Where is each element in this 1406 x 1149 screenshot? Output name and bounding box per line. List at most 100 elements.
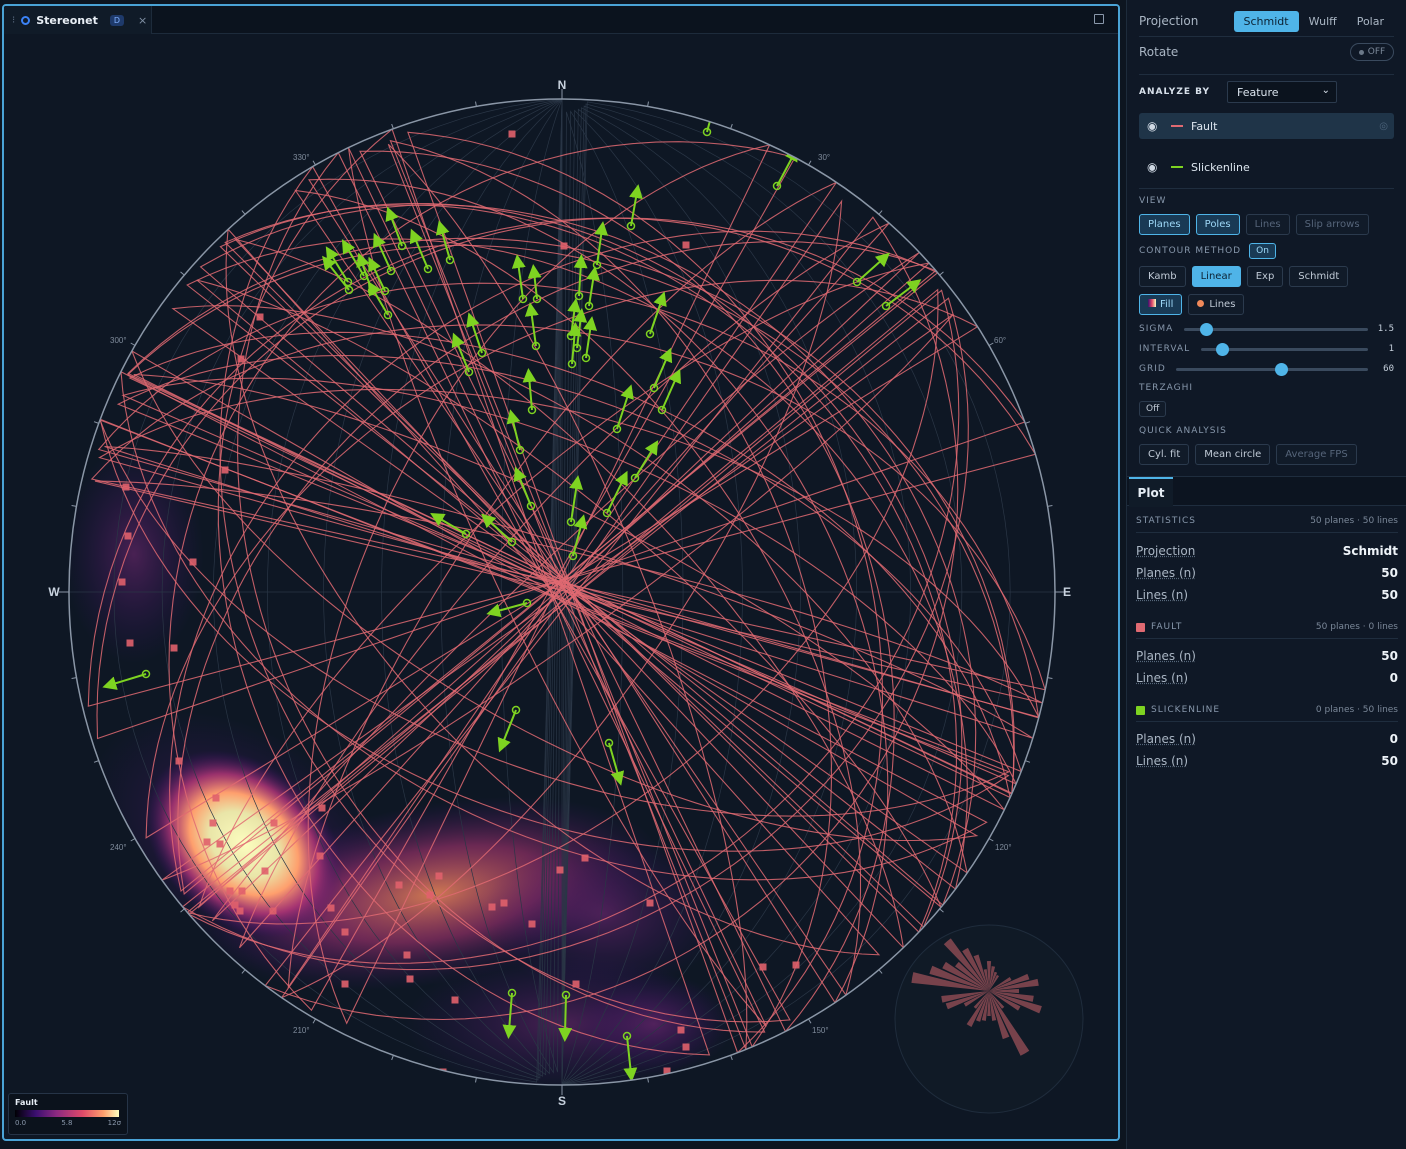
pole-marker: [170, 644, 178, 652]
interval-thumb[interactable]: [1216, 342, 1229, 356]
grid-slider[interactable]: GRID 60: [1139, 362, 1394, 376]
pole-marker: [124, 532, 132, 540]
north-label: N: [558, 78, 567, 92]
sigma-thumb[interactable]: [1200, 322, 1213, 336]
contour-toggle[interactable]: On: [1249, 243, 1276, 259]
average-fps-button[interactable]: Average FPS: [1276, 444, 1357, 465]
pole-marker: [398, 1059, 406, 1067]
pole-marker: [261, 867, 269, 875]
stat-value: Schmidt: [1342, 544, 1398, 558]
contour-kamb-button[interactable]: Kamb: [1139, 266, 1186, 287]
pole-marker: [216, 840, 224, 848]
pole-marker: [269, 907, 277, 915]
maximize-icon[interactable]: [1094, 14, 1104, 24]
eye-icon[interactable]: ◉: [1147, 160, 1163, 174]
slickenline-arrow: [558, 994, 573, 1042]
pole-marker: [572, 980, 580, 988]
pole-marker: [581, 854, 589, 862]
contour-exp-button[interactable]: Exp: [1246, 266, 1284, 287]
slickenline-stats-label: SLICKENLINE: [1151, 705, 1221, 715]
drag-handle-icon[interactable]: ⁝: [12, 15, 15, 26]
stat-key: Lines (n): [1136, 671, 1189, 685]
terzaghi-toggle[interactable]: Off: [1139, 401, 1167, 417]
pole-marker: [395, 881, 403, 889]
projection-wulff[interactable]: Wulff: [1299, 11, 1347, 32]
pole-marker: [556, 866, 564, 874]
slickenline-color-swatch: [1136, 705, 1145, 715]
stereonet-panel: ⁝ Stereonet D × N E S W 30° 60° 120° 150…: [2, 4, 1120, 1141]
pole-marker: [341, 980, 349, 988]
tab-stereonet[interactable]: ⁝ Stereonet D ×: [4, 6, 152, 34]
azimuth-tick: [988, 342, 994, 346]
layer-fault-label: Fault: [1191, 119, 1218, 133]
layer-slickenline[interactable]: ◉ Slickenline: [1139, 154, 1394, 180]
azimuth-tick: [939, 908, 944, 913]
view-slip-arrows-button[interactable]: Slip arrows: [1295, 214, 1369, 235]
azimuth-tick: [130, 342, 136, 346]
tab-title: Stereonet: [36, 13, 98, 27]
azimuth-tick: [1047, 677, 1053, 679]
mean-circle-button[interactable]: Mean circle: [1195, 444, 1271, 465]
rotate-toggle[interactable]: OFF: [1350, 43, 1394, 61]
pole-marker: [488, 903, 496, 911]
fault-swatch-icon: [1171, 125, 1183, 127]
contour-linear-button[interactable]: Linear: [1191, 266, 1241, 287]
azimuth-tick: [939, 271, 944, 276]
pole-marker: [426, 891, 434, 899]
grid-thumb[interactable]: [1275, 362, 1288, 376]
pole-marker: [451, 996, 459, 1004]
azimuth-label-240: 240°: [110, 843, 127, 852]
eye-icon[interactable]: ◉: [1147, 119, 1163, 133]
azimuth-tick: [475, 1077, 477, 1083]
view-lines-button[interactable]: Lines: [1245, 214, 1290, 235]
close-icon[interactable]: ×: [138, 14, 147, 27]
stat-key: Planes (n): [1136, 566, 1196, 580]
legend-mid: 5.8: [61, 1119, 73, 1127]
azimuth-tick: [730, 1055, 733, 1061]
west-label: W: [48, 585, 60, 599]
visibility-icon[interactable]: ◎: [1379, 121, 1388, 132]
stereonet-plot[interactable]: N E S W 30° 60° 120° 150° 210° 240° 300°…: [4, 34, 1118, 1139]
azimuth-label-120: 120°: [995, 843, 1012, 852]
panel-tabbar: ⁝ Stereonet D ×: [4, 6, 1118, 34]
azimuth-tick: [808, 160, 812, 166]
pole-marker: [236, 907, 244, 915]
tab-plot[interactable]: Plot: [1129, 477, 1173, 507]
stat-value: 50: [1381, 566, 1398, 580]
pole-marker: [318, 804, 326, 812]
stereonet-icon: [21, 15, 31, 25]
azimuth-tick: [647, 101, 649, 107]
chevron-down-icon: ⌄: [1321, 85, 1330, 96]
projection-polar[interactable]: Polar: [1347, 11, 1394, 32]
cylindrical-fit-button[interactable]: Cyl. fit: [1139, 444, 1190, 465]
azimuth-tick: [241, 969, 246, 974]
contour-schmidt-button[interactable]: Schmidt: [1289, 266, 1349, 287]
density-legend: Fault 0.0 5.8 12σ: [8, 1093, 128, 1135]
legend-colorbar: [15, 1110, 119, 1117]
interval-slider[interactable]: INTERVAL 1: [1139, 342, 1394, 356]
pole-marker: [118, 578, 126, 586]
view-poles-button[interactable]: Poles: [1195, 214, 1240, 235]
azimuth-tick: [988, 838, 994, 842]
rotate-label: Rotate: [1139, 45, 1179, 59]
sigma-slider[interactable]: SIGMA 1.5: [1139, 322, 1394, 336]
pole-marker: [406, 975, 414, 983]
pole-marker: [646, 899, 654, 907]
azimuth-label-60: 60°: [994, 336, 1006, 345]
slickenline-swatch-icon: [1171, 166, 1183, 168]
azimuth-tick: [1047, 505, 1053, 507]
projection-schmidt[interactable]: Schmidt: [1233, 10, 1299, 32]
view-planes-button[interactable]: Planes: [1139, 214, 1190, 235]
fault-color-swatch: [1136, 622, 1145, 632]
contour-lines-button[interactable]: Lines: [1188, 294, 1245, 315]
azimuth-tick: [93, 760, 99, 763]
legend-min: 0.0: [15, 1119, 27, 1127]
rose-diagram: [894, 924, 1084, 1114]
layer-fault[interactable]: ◉ Fault ◎: [1139, 113, 1394, 139]
contour-fill-button[interactable]: Fill: [1139, 294, 1183, 315]
pole-marker: [500, 899, 508, 907]
pole-marker: [122, 483, 130, 491]
stat-key: Planes (n): [1136, 732, 1196, 746]
pole-marker: [237, 355, 245, 363]
analyze-by-select[interactable]: Feature ⌄: [1227, 81, 1337, 103]
